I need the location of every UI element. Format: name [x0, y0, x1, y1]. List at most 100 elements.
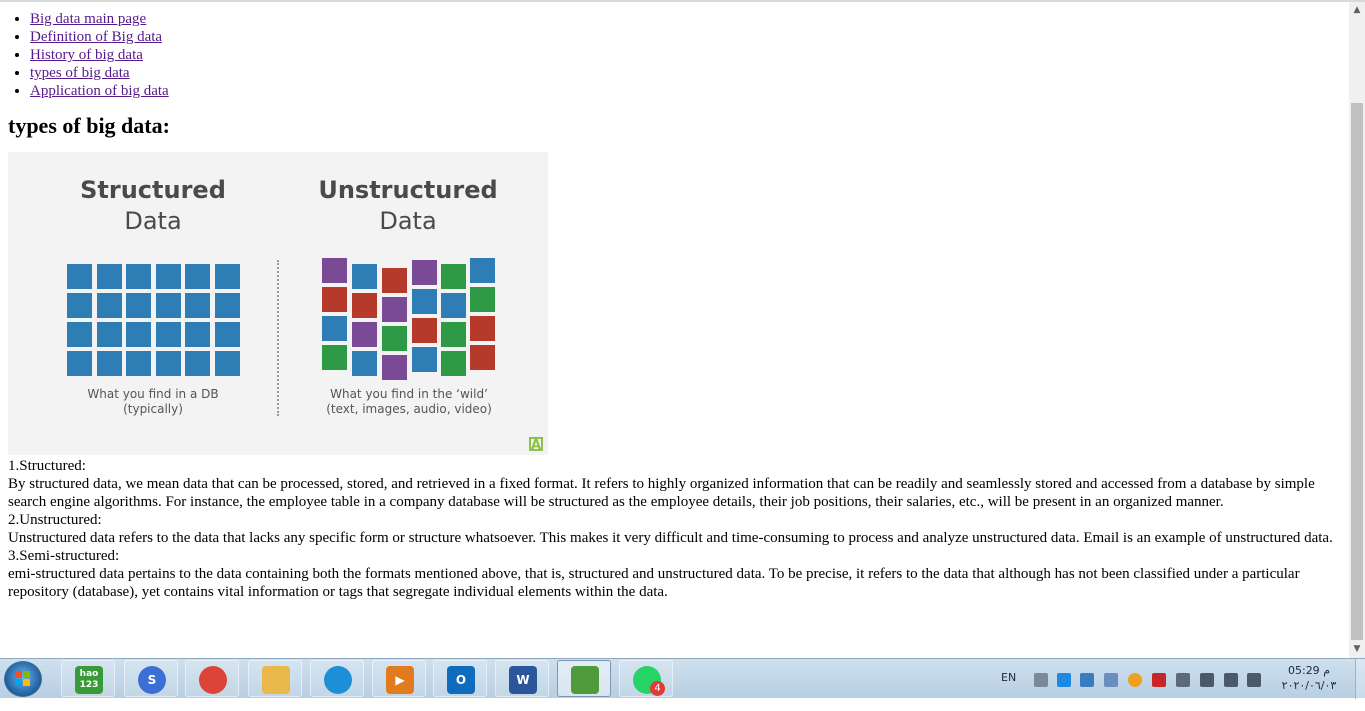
taskbar-file-explorer-button[interactable] [248, 660, 302, 697]
taskbar-media-player-button[interactable] [310, 660, 364, 697]
chrome-icon [199, 666, 227, 694]
structured-caption: What you find in a DB (typically) [33, 387, 273, 417]
structured-data-square [155, 293, 181, 318]
nav-list: Big data main page Definition of Big dat… [8, 10, 1341, 100]
scroll-up-arrow-icon[interactable]: ▲ [1349, 2, 1365, 19]
clock[interactable]: 05:29 م ٢٠٢٠/٠٦/٠٣ [1270, 663, 1348, 693]
structured-data-square [214, 293, 240, 318]
power-icon[interactable] [1200, 673, 1214, 687]
section-title-unstructured: 2.Unstructured: [8, 512, 102, 528]
section-text-semi-structured: emi-structured data pertains to the data… [8, 566, 1300, 600]
volume-icon[interactable] [1247, 673, 1261, 687]
nav-item: Application of big data [30, 82, 1341, 100]
tray-update-icon[interactable] [1128, 673, 1142, 687]
page-heading: types of big data: [8, 113, 170, 138]
network-link-icon[interactable] [1034, 673, 1048, 687]
structured-caption-line1: What you find in a DB [87, 387, 219, 401]
structured-title-line2: Data [124, 207, 182, 235]
unstructured-data-square [441, 293, 466, 318]
taskbar-word-button[interactable]: W [495, 660, 549, 697]
scrollbar-thumb[interactable] [1351, 103, 1363, 640]
structured-data-square [126, 293, 151, 318]
figure-divider [277, 260, 279, 416]
taskbar-chrome-button[interactable] [185, 660, 239, 697]
taskbar: hao 123 S ▶ O W 4 EN 05:29 م ٢٠٢٠/٠٦/٠٣ [0, 658, 1365, 699]
section-title-semi-structured: 3.Semi-structured: [8, 548, 120, 564]
structured-data-square [96, 322, 122, 347]
structured-data-square [96, 351, 122, 376]
structured-data-square [67, 322, 92, 347]
structured-vs-unstructured-image: Structured Data Unstructured Data What y… [8, 152, 548, 455]
structured-data-square [126, 351, 151, 376]
structured-title: Structured Data [53, 175, 253, 237]
unstructured-data-square [470, 258, 495, 283]
tray-settings-icon[interactable] [1104, 673, 1118, 687]
start-button[interactable] [4, 661, 42, 697]
notepad-chart-icon [571, 666, 599, 694]
browser-360-icon: S [138, 666, 166, 694]
scroll-down-arrow-icon[interactable]: ▼ [1349, 641, 1365, 658]
unstructured-caption-line1: What you find in the ‘wild’ [330, 387, 488, 401]
nav-link-types[interactable]: types of big data [30, 65, 130, 81]
unstructured-data-square [441, 351, 466, 376]
structured-data-square [126, 322, 151, 347]
action-center-flag-icon[interactable] [1176, 673, 1190, 687]
taskbar-browser-360-button[interactable]: S [124, 660, 178, 697]
outlook-icon: O [447, 666, 475, 694]
vertical-scrollbar[interactable]: ▲ ▼ [1349, 2, 1365, 658]
structured-title-line1: Structured [80, 176, 226, 204]
structured-data-square [67, 264, 92, 289]
unstructured-data-square [470, 345, 495, 370]
nav-link-history[interactable]: History of big data [30, 47, 143, 63]
section-title-structured: 1.Structured: [8, 458, 86, 474]
unstructured-data-square [412, 260, 437, 285]
unstructured-data-square [382, 355, 407, 380]
page-content: Big data main page Definition of Big dat… [0, 2, 1349, 601]
structured-data-square [214, 322, 240, 347]
windows-logo-icon [15, 671, 31, 687]
structured-data-square [96, 293, 122, 318]
structured-data-square [185, 322, 210, 347]
taskbar-hao123-button[interactable]: hao 123 [61, 660, 115, 697]
section-text-unstructured: Unstructured data refers to the data tha… [8, 530, 1333, 546]
structured-data-square [155, 351, 181, 376]
nav-link-main-page[interactable]: Big data main page [30, 11, 146, 27]
article-body: 1.Structured: By structured data, we mea… [8, 457, 1341, 601]
security-shield-icon[interactable] [1152, 673, 1166, 687]
taskbar-whatsapp-button[interactable]: 4 [619, 660, 673, 697]
unstructured-data-square [412, 347, 437, 372]
unstructured-data-square [322, 316, 347, 341]
taskbar-notepad-chart-button[interactable] [557, 660, 611, 697]
nav-link-application[interactable]: Application of big data [30, 83, 169, 99]
nav-link-definition[interactable]: Definition of Big data [30, 29, 162, 45]
unstructured-data-square [470, 287, 495, 312]
signal-bars-icon[interactable] [1224, 673, 1238, 687]
structured-data-square [185, 293, 210, 318]
unstructured-data-square [352, 264, 377, 289]
unstructured-data-square [412, 289, 437, 314]
onedrive-icon[interactable] [1057, 673, 1071, 687]
taskbar-video-player-button[interactable]: ▶ [372, 660, 426, 697]
nav-item: Big data main page [30, 10, 1341, 28]
show-desktop-button[interactable] [1355, 659, 1365, 699]
tray-app-icon[interactable] [1080, 673, 1094, 687]
language-indicator[interactable]: EN [1001, 671, 1016, 711]
structured-data-square [96, 264, 122, 289]
unstructured-data-square [441, 264, 466, 289]
logo-icon: A [529, 437, 543, 453]
unstructured-data-square [382, 326, 407, 351]
hao123-icon: hao 123 [75, 666, 103, 694]
structured-data-square [155, 322, 181, 347]
unstructured-caption: What you find in the ‘wild’ (text, image… [289, 387, 529, 417]
taskbar-outlook-button[interactable]: O [433, 660, 487, 697]
video-player-icon: ▶ [386, 666, 414, 694]
unstructured-data-square [352, 351, 377, 376]
structured-caption-line2: (typically) [123, 402, 183, 416]
unstructured-title: Unstructured Data [308, 175, 508, 237]
structured-data-square [155, 264, 181, 289]
structured-data-square [214, 351, 240, 376]
structured-data-square [185, 264, 210, 289]
structured-data-square [126, 264, 151, 289]
structured-data-square [185, 351, 210, 376]
unstructured-data-square [322, 258, 347, 283]
